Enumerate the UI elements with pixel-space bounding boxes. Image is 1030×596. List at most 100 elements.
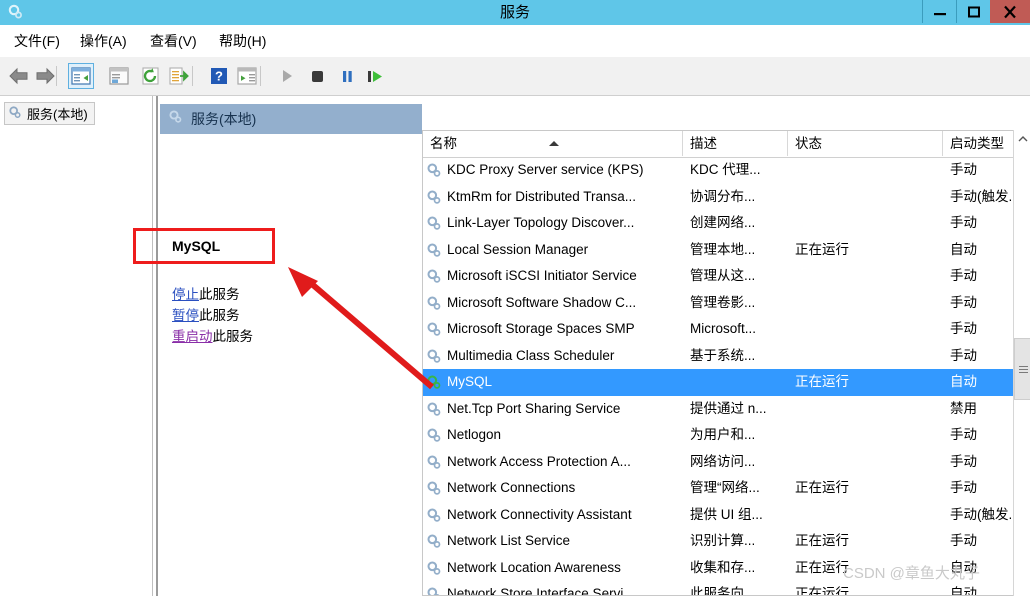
table-row[interactable]: Network Connectivity Assistant 提供 UI 组...…	[423, 502, 1030, 529]
extended-detail-pane: 服务(本地) MySQL 停止此服务 暂停此服务 重启动此服务	[160, 96, 422, 596]
minimize-button[interactable]	[922, 0, 956, 23]
cell-status	[788, 343, 950, 370]
cell-status: 正在运行	[795, 480, 849, 495]
cell-service-name: Network Connectivity Assistant	[447, 506, 632, 522]
services-list: 名称 描述 状态 启动类型 KDC Proxy Server service (…	[422, 130, 1030, 596]
maximize-button[interactable]	[956, 0, 990, 23]
services-gear-icon	[8, 105, 23, 123]
cell-service-name: Multimedia Class Scheduler	[447, 347, 615, 363]
table-row[interactable]: Multimedia Class Scheduler 基于系统... 手动	[423, 343, 1030, 370]
cell-description: 协调分布...	[690, 188, 756, 204]
refresh-icon[interactable]	[138, 63, 164, 89]
table-row[interactable]: Netlogon 为用户和... 手动	[423, 422, 1030, 449]
menu-file[interactable]: 文件(F)	[10, 25, 64, 57]
column-header-description[interactable]: 描述	[683, 131, 788, 156]
cell-status	[788, 263, 950, 290]
cell-service-name: Network Connections	[447, 480, 576, 495]
cell-description: 管理“网络...	[690, 480, 760, 495]
cell-service-name: Network Access Protection A...	[447, 453, 631, 469]
export-list-icon[interactable]	[166, 63, 192, 89]
table-row[interactable]: Microsoft iSCSI Initiator Service 管理从这...…	[423, 263, 1030, 290]
console-tree-pane: 服务(本地)	[0, 96, 153, 596]
toolbar: ?	[0, 57, 1030, 96]
table-row[interactable]: Network Store Interface Servi 此服务向 正在运行 自动	[423, 581, 1030, 596]
list-column-headers: 名称 描述 状态 启动类型	[423, 131, 1030, 158]
show-action-pane-icon[interactable]	[234, 63, 260, 89]
table-row[interactable]: Network Connections 管理“网络... 正在运行 手动	[423, 475, 1030, 502]
cell-description: 提供 UI 组...	[690, 506, 763, 522]
table-row[interactable]: Microsoft Software Shadow C... 管理卷影... 手动	[423, 290, 1030, 317]
stop-service-icon[interactable]	[304, 63, 330, 89]
cell-service-name: Network Location Awareness	[447, 559, 621, 575]
show-hide-console-tree-icon[interactable]	[68, 63, 94, 89]
restart-service-link-text[interactable]: 重启动	[172, 329, 213, 344]
content-area: 服务(本地) MySQL 停止此服务 暂停此服务 重启动此服务 名称 描述 状态…	[153, 96, 1030, 596]
cell-status: 正在运行	[795, 586, 849, 596]
table-row[interactable]: KDC Proxy Server service (KPS) KDC 代理... 手…	[423, 157, 1030, 184]
cell-description: 基于系统...	[690, 347, 756, 363]
scroll-up-button[interactable]	[1014, 130, 1030, 148]
cell-description: 为用户和...	[690, 427, 756, 442]
table-row[interactable]: Network Location Awareness 收集和存... 正在运行 自动	[423, 555, 1030, 582]
menu-help[interactable]: 帮助(H)	[215, 25, 270, 57]
cell-service-name: Network Store Interface Servi	[447, 586, 624, 596]
table-row[interactable]: Network Access Protection A... 网络访问... 手动	[423, 449, 1030, 476]
cell-service-name: Network List Service	[447, 533, 571, 548]
detail-pane-title: 服务(本地)	[191, 111, 257, 127]
menu-bar: 文件(F) 操作(A) 查看(V) 帮助(H)	[0, 25, 1030, 58]
sort-ascending-icon	[549, 141, 559, 146]
pause-service-link[interactable]: 暂停此服务	[172, 305, 412, 326]
table-row[interactable]: Net.Tcp Port Sharing Service 提供通过 n... 禁用	[423, 396, 1030, 423]
cell-service-name: MySQL	[447, 374, 493, 389]
scrollbar-grip-icon	[1018, 364, 1028, 375]
cell-status	[788, 449, 950, 476]
table-row[interactable]: KtmRm for Distributed Transa... 协调分布... 手动…	[423, 184, 1030, 211]
cell-status: 正在运行	[795, 533, 849, 548]
cell-service-name: Link-Layer Topology Discover...	[447, 215, 635, 230]
table-row[interactable]: MySQL 正在运行 自动	[423, 369, 1030, 396]
cell-description: 管理本地...	[690, 241, 756, 257]
cell-description: 创建网络...	[690, 215, 756, 230]
menu-view[interactable]: 查看(V)	[146, 25, 201, 57]
cell-status	[788, 157, 950, 184]
cell-status	[788, 422, 950, 449]
pause-service-link-suffix: 此服务	[199, 308, 240, 323]
content-inner: 服务(本地) MySQL 停止此服务 暂停此服务 重启动此服务 名称 描述 状态…	[156, 96, 1030, 596]
cell-status: 正在运行	[795, 374, 849, 389]
pause-service-link-text[interactable]: 暂停	[172, 308, 199, 323]
column-header-status[interactable]: 状态	[788, 131, 943, 156]
cell-status	[788, 210, 950, 237]
sidebar-item-services-local[interactable]: 服务(本地)	[4, 102, 95, 125]
table-row[interactable]: Network List Service 识别计算... 正在运行 手动	[423, 528, 1030, 555]
column-header-name[interactable]: 名称	[423, 131, 683, 156]
cell-description: 识别计算...	[690, 533, 756, 548]
services-gear-icon	[168, 109, 184, 130]
back-icon[interactable]	[6, 63, 32, 89]
stop-service-link-text[interactable]: 停止	[172, 287, 199, 302]
close-button[interactable]	[990, 0, 1030, 23]
cell-service-name: Netlogon	[447, 427, 502, 442]
start-service-icon[interactable]	[274, 63, 300, 89]
menu-action[interactable]: 操作(A)	[76, 25, 131, 57]
cell-service-name: Local Session Manager	[447, 241, 589, 257]
cell-description: Microsoft...	[690, 321, 757, 336]
scrollbar-thumb[interactable]	[1014, 338, 1030, 400]
pause-service-icon[interactable]	[334, 63, 360, 89]
vertical-scrollbar[interactable]	[1013, 130, 1030, 596]
forward-icon[interactable]	[32, 63, 58, 89]
restart-service-icon[interactable]	[362, 63, 388, 89]
restart-service-link-suffix: 此服务	[212, 329, 254, 344]
table-row[interactable]: Local Session Manager 管理本地... 正在运行 自动	[423, 237, 1030, 264]
table-row[interactable]: Link-Layer Topology Discover... 创建网络... 手动	[423, 210, 1030, 237]
cell-description: 管理从这...	[690, 268, 756, 283]
table-row[interactable]: Microsoft Storage Spaces SMP Microsoft...…	[423, 316, 1030, 343]
svg-text:?: ?	[215, 69, 223, 84]
restart-service-link[interactable]: 重启动此服务	[172, 326, 412, 347]
help-icon[interactable]: ?	[206, 63, 232, 89]
stop-service-link[interactable]: 停止此服务	[172, 284, 412, 305]
cell-status	[788, 184, 950, 211]
properties-icon[interactable]	[106, 63, 132, 89]
window-title: 服务	[499, 4, 530, 21]
cell-description: 提供通过 n...	[690, 400, 767, 416]
title-bar: 服务	[0, 0, 1030, 25]
